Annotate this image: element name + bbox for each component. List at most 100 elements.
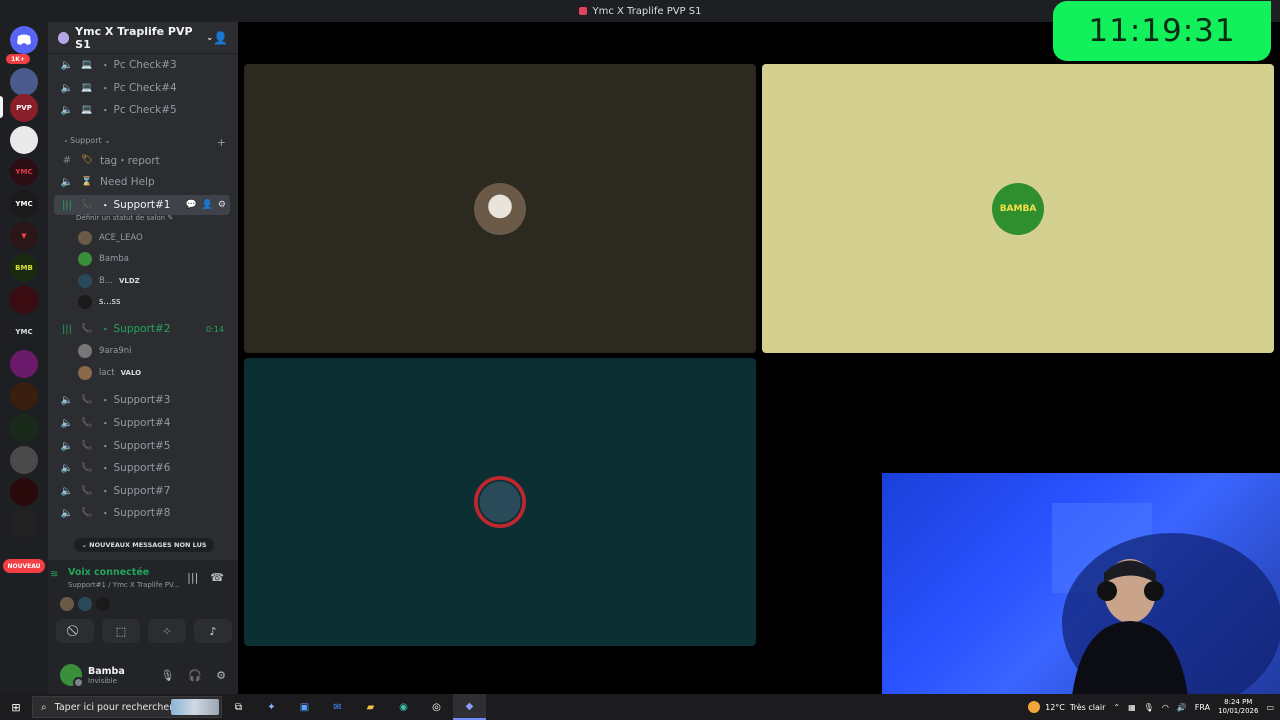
obs-button[interactable]: ◎ <box>420 694 453 720</box>
voice-channel-support4[interactable]: 🔈 📞 ・ Support#4 <box>54 413 230 433</box>
activities-button[interactable]: ⁘ <box>148 619 186 643</box>
server-icon[interactable]: YMC <box>10 318 38 346</box>
create-channel-icon[interactable]: + <box>217 136 226 149</box>
voice-location[interactable]: Support#1 / Ymc X Traplife PV... <box>68 581 180 589</box>
gear-icon[interactable]: ⚙ <box>218 200 226 210</box>
voice-user[interactable]: ACE_LEAO <box>78 229 228 247</box>
file-explorer-button[interactable]: ▰ <box>354 694 387 720</box>
voice-channel-support1[interactable]: ||| 📞 ・ Support#1 💬 👤 ⚙ <box>54 195 230 215</box>
start-button[interactable]: ⊞ <box>0 694 32 720</box>
server-icon[interactable] <box>10 414 38 442</box>
voice-user[interactable]: Bamba <box>78 250 228 268</box>
voice-connected-label[interactable]: Voix connectée <box>68 567 149 578</box>
user-name[interactable]: Bamba <box>88 666 125 677</box>
server-icon[interactable]: ▼ <box>10 222 38 250</box>
obs-icon: ◎ <box>432 701 441 713</box>
notification-icon[interactable]: ▭ <box>1266 703 1274 712</box>
language-indicator[interactable]: FRA <box>1195 703 1210 712</box>
voice-channel-support8[interactable]: 🔈 📞 ・ Support#8 <box>54 503 230 523</box>
soundboard-button[interactable]: ♪ <box>194 619 232 643</box>
store-button[interactable]: ▣ <box>288 694 321 720</box>
server-icon[interactable] <box>10 350 38 378</box>
laptop-icon: 💻 <box>81 83 93 93</box>
server-icon[interactable] <box>10 382 38 410</box>
server-icon-ymc[interactable]: YMC <box>10 190 38 218</box>
camera-off-button[interactable]: ⃠ <box>56 619 94 643</box>
phone-icon: 📞 <box>81 200 93 210</box>
voice-channel-need-help[interactable]: 🔈 ⌛ Need Help <box>54 172 230 192</box>
selected-server-pill <box>0 96 3 118</box>
share-screen-button[interactable]: ⬚ <box>102 619 140 643</box>
server-icon <box>58 31 70 44</box>
server-icon[interactable] <box>10 286 38 314</box>
gear-icon[interactable]: ⚙ <box>216 669 226 682</box>
chevron-up-icon[interactable]: ⌃ <box>1113 703 1120 712</box>
voice-channel-support5[interactable]: 🔈 📞 ・ Support#5 <box>54 436 230 456</box>
outlook-button[interactable]: ✉ <box>321 694 354 720</box>
voice-connection-panel: ≋ Voix connectée Support#1 / Ymc X Trapl… <box>48 560 238 656</box>
chat-icon[interactable]: 💬 <box>185 200 196 210</box>
search-icon: ⌕ <box>41 701 47 713</box>
add-user-icon[interactable]: 👤 <box>213 31 228 45</box>
edge-button[interactable]: ◉ <box>387 694 420 720</box>
voice-user[interactable]: lact VALO <box>78 364 228 382</box>
discord-app-icon <box>578 7 587 15</box>
voice-channel-support6[interactable]: 🔈 📞 ・ Support#6 <box>54 458 230 478</box>
participant-tile-speaking[interactable] <box>244 358 756 646</box>
network-icon[interactable]: ▦ <box>1128 703 1136 712</box>
voice-user[interactable]: 9ara9ni <box>78 342 228 360</box>
phone-icon: 📞 <box>81 324 93 334</box>
avatar <box>60 597 74 611</box>
server-icon[interactable] <box>10 510 38 538</box>
call-timer: 0:14 <box>206 324 224 334</box>
home-discord-icon[interactable] <box>10 26 38 54</box>
invite-icon[interactable]: 👤 <box>202 200 213 210</box>
task-view-button[interactable]: ⧉ <box>222 694 255 720</box>
microphone-icon[interactable]: 🎙 <box>1144 703 1154 712</box>
laptop-icon: 💻 <box>81 105 93 115</box>
new-servers-badge[interactable]: NOUVEAU <box>3 559 45 573</box>
server-icon[interactable] <box>10 478 38 506</box>
server-icon[interactable] <box>10 446 38 474</box>
voice-channel-support3[interactable]: 🔈 📞 ・ Support#3 <box>54 390 230 410</box>
copilot-button[interactable]: ✦ <box>255 694 288 720</box>
window-title: Ymc X Traplife PVP S1 <box>592 5 702 17</box>
taskbar-search[interactable]: ⌕ Taper ici pour rechercher <box>32 696 222 718</box>
wifi-icon[interactable]: ◠ <box>1162 703 1169 712</box>
server-icon-bamba[interactable]: BMB <box>10 254 38 282</box>
weather-widget[interactable]: 12°C Très clair <box>1028 701 1105 713</box>
avatar <box>78 231 92 245</box>
voice-channel-support2[interactable]: ||| 📞 ・ Support#2 0:14 <box>54 319 230 339</box>
discord-taskbar-button[interactable]: ◆ <box>453 694 486 720</box>
voice-user[interactable]: B... VLDZ <box>78 272 228 290</box>
user-avatar[interactable] <box>60 664 84 688</box>
voice-channel-pc-check5[interactable]: 🔈 💻 ・ Pc Check#5 <box>54 100 230 120</box>
participant-avatar <box>474 182 526 235</box>
noise-suppression-icon[interactable]: ||| <box>187 571 198 584</box>
system-clock[interactable]: 8:24 PM 10/01/2026 <box>1218 698 1258 716</box>
headphones-icon[interactable]: 🎧 <box>188 669 202 682</box>
volume-icon[interactable]: 🔊 <box>1177 703 1187 712</box>
microphone-icon[interactable]: 🎙 <box>160 669 174 682</box>
voice-user[interactable]: s...ss <box>78 293 228 311</box>
server-icon[interactable] <box>10 68 38 96</box>
server-icon-pvp[interactable]: PVP <box>10 94 38 122</box>
participant-tile[interactable] <box>244 64 756 353</box>
signal-icon[interactable]: ≋ <box>50 569 58 580</box>
server-header[interactable]: Ymc X Traplife PVP S1 ⌄ 👤 <box>48 22 238 54</box>
windows-taskbar: ⊞ ⌕ Taper ici pour rechercher ⧉ ✦ ▣ ✉ ▰ … <box>0 694 1280 720</box>
unread-messages-pill[interactable]: ⌄ NOUVEAUX MESSAGES NON LUS <box>74 538 214 552</box>
channel-status[interactable]: Définir un statut de salon ✎ <box>76 214 173 222</box>
speaker-icon: 🔈 <box>60 59 74 71</box>
category-support[interactable]: ・ Support ⌄ + <box>62 136 226 149</box>
speaker-icon: 🔈 <box>60 440 74 452</box>
voice-active-icon: ||| <box>61 323 73 335</box>
voice-channel-pc-check4[interactable]: 🔈 💻 ・ Pc Check#4 <box>54 78 230 98</box>
text-channel-tag-report[interactable]: # 🏷 tag・report <box>54 150 230 170</box>
server-icon[interactable]: YMC <box>10 158 38 186</box>
disconnect-icon[interactable]: ☎ <box>210 571 224 584</box>
voice-channel-support7[interactable]: 🔈 📞 ・ Support#7 <box>54 481 230 501</box>
participant-tile[interactable]: BAMBA <box>762 64 1274 353</box>
voice-channel-pc-check3[interactable]: 🔈 💻 ・ Pc Check#3 <box>54 55 230 75</box>
server-icon[interactable] <box>10 126 38 154</box>
